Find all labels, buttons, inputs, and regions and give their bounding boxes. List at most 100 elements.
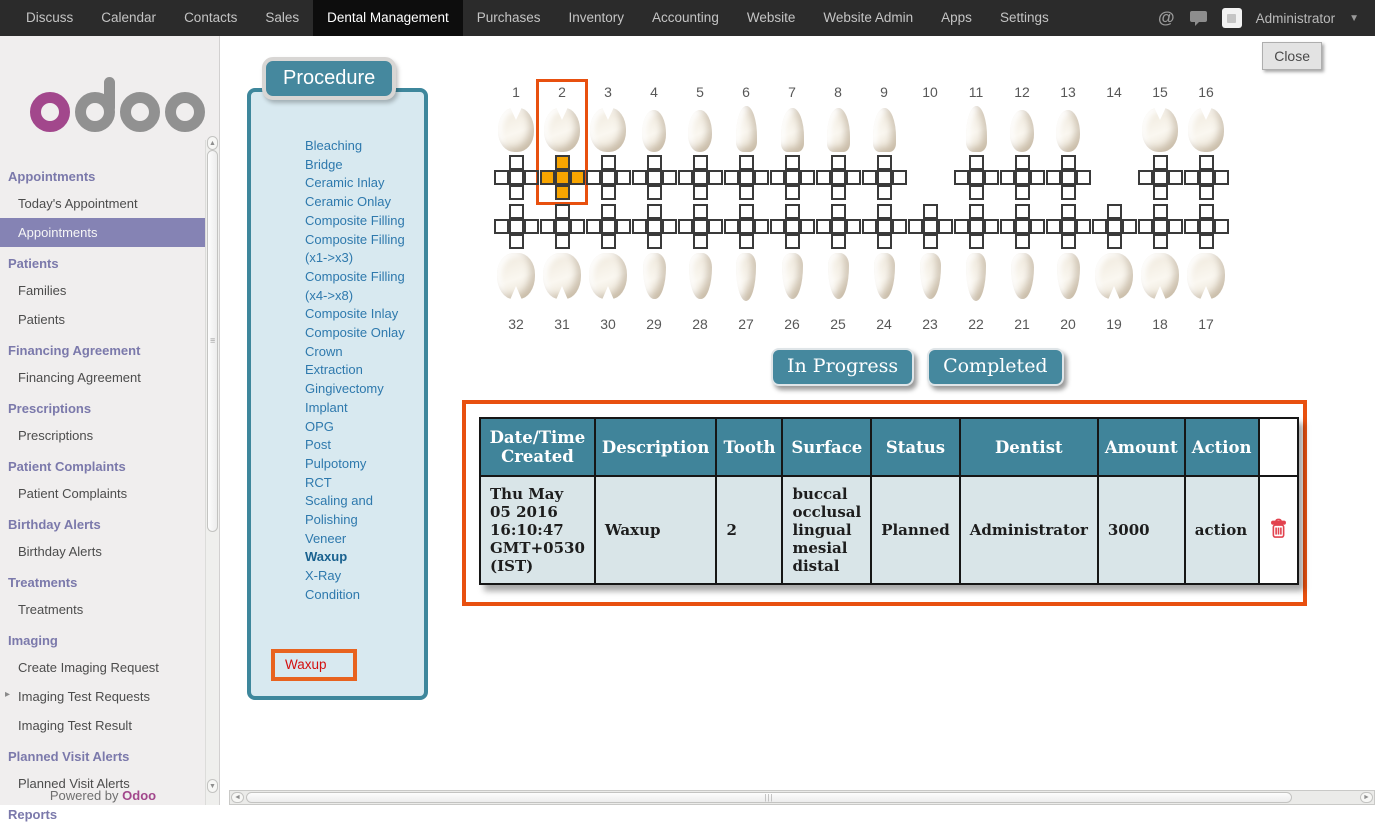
surface-cell[interactable] bbox=[754, 170, 769, 185]
nav-item-purchases[interactable]: Purchases bbox=[463, 0, 555, 36]
surface-cell[interactable] bbox=[1184, 170, 1199, 185]
surface-cell[interactable] bbox=[708, 170, 723, 185]
surface-cell[interactable] bbox=[1076, 170, 1091, 185]
surface-cell[interactable] bbox=[570, 170, 585, 185]
tooth-image-26[interactable] bbox=[782, 253, 803, 299]
surface-cell[interactable] bbox=[662, 219, 677, 234]
surface-cell[interactable] bbox=[1153, 185, 1168, 200]
surface-cell[interactable] bbox=[877, 170, 892, 185]
surface-cell[interactable] bbox=[892, 219, 907, 234]
surface-cell[interactable] bbox=[693, 219, 708, 234]
sidebar-scrollbar[interactable]: ▲ ▼ bbox=[205, 140, 219, 805]
surface-cell[interactable] bbox=[601, 170, 616, 185]
surface-selector-tooth-5[interactable] bbox=[678, 155, 723, 200]
surface-cell[interactable] bbox=[1015, 234, 1030, 249]
sidebar-scrollbar-thumb[interactable] bbox=[207, 150, 218, 532]
surface-cell[interactable] bbox=[678, 219, 693, 234]
surface-cell[interactable] bbox=[877, 155, 892, 170]
surface-cell[interactable] bbox=[862, 170, 877, 185]
surface-selector-tooth-30[interactable] bbox=[586, 204, 631, 249]
surface-selector-tooth-32[interactable] bbox=[494, 204, 539, 249]
sidebar-item-treatments[interactable]: Treatments bbox=[0, 595, 219, 624]
surface-cell[interactable] bbox=[739, 219, 754, 234]
procedure-link-gingivectomy[interactable]: Gingivectomy bbox=[305, 380, 425, 399]
tooth-image-24[interactable] bbox=[874, 253, 895, 299]
surface-cell[interactable] bbox=[524, 170, 539, 185]
tooth-image-8[interactable] bbox=[827, 108, 850, 152]
surface-selector-tooth-6[interactable] bbox=[724, 155, 769, 200]
surface-selector-tooth-2[interactable] bbox=[540, 155, 585, 200]
surface-cell[interactable] bbox=[708, 219, 723, 234]
sidebar-item-today-s-appointment[interactable]: Today's Appointment bbox=[0, 189, 219, 218]
tooth-image-32[interactable] bbox=[497, 253, 535, 299]
surface-selector-tooth-12[interactable] bbox=[1000, 155, 1045, 200]
surface-cell[interactable] bbox=[1015, 155, 1030, 170]
nav-item-settings[interactable]: Settings bbox=[986, 0, 1063, 36]
surface-selector-tooth-1[interactable] bbox=[494, 155, 539, 200]
surface-cell[interactable] bbox=[969, 170, 984, 185]
surface-cell[interactable] bbox=[1153, 234, 1168, 249]
surface-cell[interactable] bbox=[831, 234, 846, 249]
surface-cell[interactable] bbox=[555, 185, 570, 200]
sidebar-item-financing-agreement[interactable]: Financing Agreement bbox=[0, 363, 219, 392]
surface-cell[interactable] bbox=[862, 219, 877, 234]
tooth-image-25[interactable] bbox=[828, 253, 849, 299]
surface-cell[interactable] bbox=[509, 155, 524, 170]
trash-icon[interactable] bbox=[1269, 525, 1288, 543]
surface-selector-tooth-15[interactable] bbox=[1138, 155, 1183, 200]
surface-cell[interactable] bbox=[1061, 170, 1076, 185]
surface-cell[interactable] bbox=[509, 170, 524, 185]
surface-selector-tooth-19[interactable] bbox=[1092, 204, 1137, 249]
surface-cell[interactable] bbox=[739, 204, 754, 219]
surface-cell[interactable] bbox=[555, 170, 570, 185]
surface-cell[interactable] bbox=[1015, 219, 1030, 234]
surface-cell[interactable] bbox=[1061, 155, 1076, 170]
tooth-image-13[interactable] bbox=[1056, 110, 1080, 152]
surface-cell[interactable] bbox=[494, 170, 509, 185]
procedure-link-ceramic-inlay[interactable]: Ceramic Inlay bbox=[305, 174, 425, 193]
tooth-image-12[interactable] bbox=[1010, 110, 1034, 152]
scroll-up-icon[interactable]: ▲ bbox=[207, 136, 218, 150]
surface-selector-tooth-17[interactable] bbox=[1184, 204, 1229, 249]
tooth-image-23[interactable] bbox=[920, 253, 941, 299]
surface-cell[interactable] bbox=[693, 155, 708, 170]
surface-cell[interactable] bbox=[693, 204, 708, 219]
surface-selector-tooth-29[interactable] bbox=[632, 204, 677, 249]
procedure-link-rct[interactable]: RCT bbox=[305, 474, 425, 493]
surface-cell[interactable] bbox=[739, 155, 754, 170]
nav-item-apps[interactable]: Apps bbox=[927, 0, 986, 36]
procedure-link-extraction[interactable]: Extraction bbox=[305, 361, 425, 380]
surface-selector-tooth-4[interactable] bbox=[632, 155, 677, 200]
procedure-link-composite-filling-x4-x8[interactable]: Composite Filling (x4->x8) bbox=[305, 268, 425, 305]
surface-cell[interactable] bbox=[1122, 219, 1137, 234]
surface-cell[interactable] bbox=[969, 155, 984, 170]
nav-item-accounting[interactable]: Accounting bbox=[638, 0, 733, 36]
surface-cell[interactable] bbox=[678, 170, 693, 185]
surface-cell[interactable] bbox=[555, 204, 570, 219]
surface-cell[interactable] bbox=[800, 219, 815, 234]
surface-cell[interactable] bbox=[1030, 170, 1045, 185]
surface-cell[interactable] bbox=[984, 219, 999, 234]
surface-cell[interactable] bbox=[1061, 204, 1076, 219]
tooth-image-5[interactable] bbox=[688, 110, 712, 152]
procedure-link-opg[interactable]: OPG bbox=[305, 418, 425, 437]
surface-cell[interactable] bbox=[1153, 219, 1168, 234]
surface-cell[interactable] bbox=[601, 219, 616, 234]
tooth-image-6[interactable] bbox=[736, 106, 757, 152]
procedure-link-composite-filling-x1-x3[interactable]: Composite Filling (x1->x3) bbox=[305, 231, 425, 268]
surface-cell[interactable] bbox=[923, 234, 938, 249]
surface-cell[interactable] bbox=[1030, 219, 1045, 234]
surface-cell[interactable] bbox=[662, 170, 677, 185]
surface-cell[interactable] bbox=[693, 185, 708, 200]
completed-button[interactable]: Completed bbox=[927, 348, 1064, 386]
in-progress-button[interactable]: In Progress bbox=[771, 348, 914, 386]
surface-cell[interactable] bbox=[647, 219, 662, 234]
delete-row-cell[interactable] bbox=[1259, 476, 1298, 584]
surface-cell[interactable] bbox=[724, 170, 739, 185]
surface-cell[interactable] bbox=[816, 170, 831, 185]
surface-cell[interactable] bbox=[1138, 170, 1153, 185]
surface-cell[interactable] bbox=[1199, 234, 1214, 249]
surface-selector-tooth-24[interactable] bbox=[862, 204, 907, 249]
surface-cell[interactable] bbox=[1153, 170, 1168, 185]
surface-cell[interactable] bbox=[785, 204, 800, 219]
